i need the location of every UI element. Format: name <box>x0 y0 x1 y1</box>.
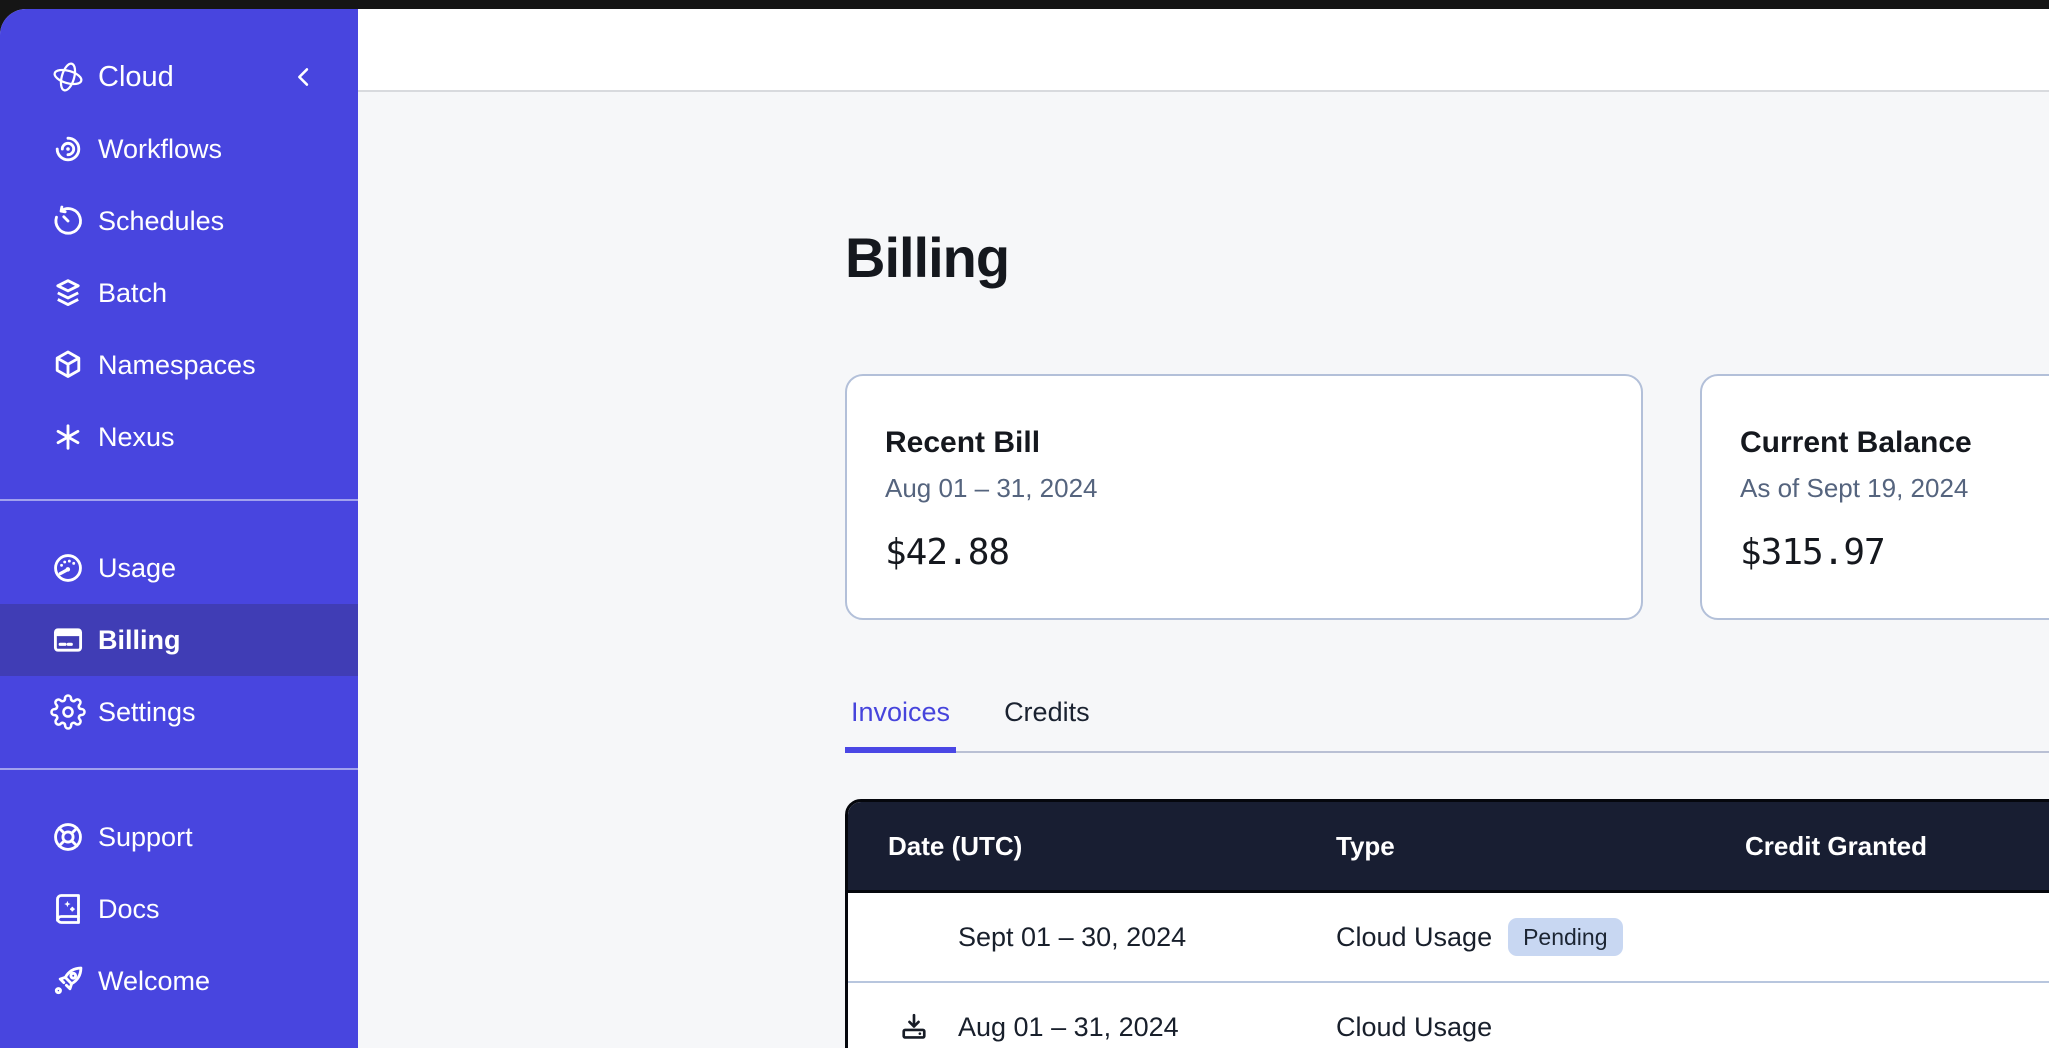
current-balance-amount: $315.97 <box>1740 532 2049 574</box>
nexus-asterisk-icon <box>50 419 86 455</box>
sidebar-divider <box>0 499 358 501</box>
invoice-date: Aug 01 – 31, 2024 <box>958 1012 1179 1043</box>
sidebar-item-label: Usage <box>98 553 176 584</box>
content-area: Billing Recent Bill Aug 01 – 31, 2024 $4… <box>358 92 2049 1048</box>
sidebar-item-label: Schedules <box>98 206 224 237</box>
temporal-logo-icon <box>50 59 86 95</box>
sidebar-divider <box>0 768 358 770</box>
current-balance-date: As of Sept 19, 2024 <box>1740 472 2049 504</box>
sidebar-item-usage[interactable]: Usage <box>0 532 358 604</box>
invoices-table: Date (UTC) Type Credit Granted Sept 01 –… <box>845 799 2049 1048</box>
column-header-type: Type <box>1336 831 1745 862</box>
table-row: Aug 01 – 31, 2024 Cloud Usage <box>848 981 2049 1048</box>
sidebar-item-label: Nexus <box>98 422 175 453</box>
sidebar-item-support[interactable]: Support <box>0 801 358 873</box>
sidebar-item-label: Billing <box>98 625 181 656</box>
table-row: Sept 01 – 30, 2024 Cloud Usage Pending <box>848 893 2049 981</box>
current-balance-title: Current Balance <box>1740 424 2049 462</box>
workflows-icon <box>50 131 86 167</box>
sidebar-item-label: Settings <box>98 697 196 728</box>
invoice-date: Sept 01 – 30, 2024 <box>958 922 1186 953</box>
top-bar <box>358 9 2049 92</box>
batch-layers-icon <box>50 275 86 311</box>
collapse-sidebar-icon[interactable] <box>290 63 318 91</box>
download-icon <box>898 1011 930 1043</box>
invoice-type: Cloud Usage <box>1336 922 1492 953</box>
sidebar-item-schedules[interactable]: Schedules <box>0 185 358 257</box>
tab-invoices[interactable]: Invoices <box>845 696 956 753</box>
sidebar-item-settings[interactable]: Settings <box>0 676 358 748</box>
brand-label: Cloud <box>98 61 174 94</box>
sidebar-item-label: Docs <box>98 894 160 925</box>
settings-gear-icon <box>50 694 86 730</box>
sidebar-item-label: Support <box>98 822 193 853</box>
recent-bill-period: Aug 01 – 31, 2024 <box>885 472 1603 504</box>
sidebar-item-docs[interactable]: Docs <box>0 873 358 945</box>
sidebar-item-label: Workflows <box>98 134 222 165</box>
sidebar-item-label: Batch <box>98 278 167 309</box>
sidebar-item-nexus[interactable]: Nexus <box>0 401 358 473</box>
sidebar-item-namespaces[interactable]: Namespaces <box>0 329 358 401</box>
recent-bill-amount: $42.88 <box>885 532 1603 574</box>
table-header-row: Date (UTC) Type Credit Granted <box>848 802 2049 893</box>
current-balance-card: Current Balance As of Sept 19, 2024 $315… <box>1700 374 2049 620</box>
usage-gauge-icon <box>50 550 86 586</box>
sidebar-item-batch[interactable]: Batch <box>0 257 358 329</box>
sidebar: Cloud Workflows <box>0 9 358 1048</box>
page-title: Billing <box>845 228 2049 288</box>
sidebar-item-billing[interactable]: Billing <box>0 604 358 676</box>
support-lifebuoy-icon <box>50 819 86 855</box>
download-invoice-button[interactable] <box>898 1011 958 1043</box>
app-window: Cloud Workflows <box>0 9 2049 1048</box>
recent-bill-card: Recent Bill Aug 01 – 31, 2024 $42.88 <box>845 374 1643 620</box>
sidebar-item-label: Welcome <box>98 966 210 997</box>
docs-book-icon <box>50 891 86 927</box>
sidebar-item-welcome[interactable]: Welcome <box>0 945 358 1017</box>
welcome-rocket-icon <box>50 963 86 999</box>
sidebar-brand-cloud[interactable]: Cloud <box>0 41 358 113</box>
invoice-type: Cloud Usage <box>1336 1012 1492 1043</box>
column-header-date: Date (UTC) <box>848 831 1336 862</box>
sidebar-item-label: Namespaces <box>98 350 256 381</box>
recent-bill-title: Recent Bill <box>885 424 1603 462</box>
billing-card-icon <box>50 622 86 658</box>
sidebar-item-workflows[interactable]: Workflows <box>0 113 358 185</box>
status-badge: Pending <box>1508 918 1622 956</box>
namespaces-cube-icon <box>50 347 86 383</box>
schedules-icon <box>50 203 86 239</box>
column-header-credit-granted: Credit Granted <box>1745 831 2049 862</box>
main-area: Billing Recent Bill Aug 01 – 31, 2024 $4… <box>358 9 2049 1048</box>
summary-cards: Recent Bill Aug 01 – 31, 2024 $42.88 Cur… <box>845 374 2049 620</box>
billing-tabs: Invoices Credits <box>845 696 2049 753</box>
tab-credits[interactable]: Credits <box>998 696 1096 753</box>
